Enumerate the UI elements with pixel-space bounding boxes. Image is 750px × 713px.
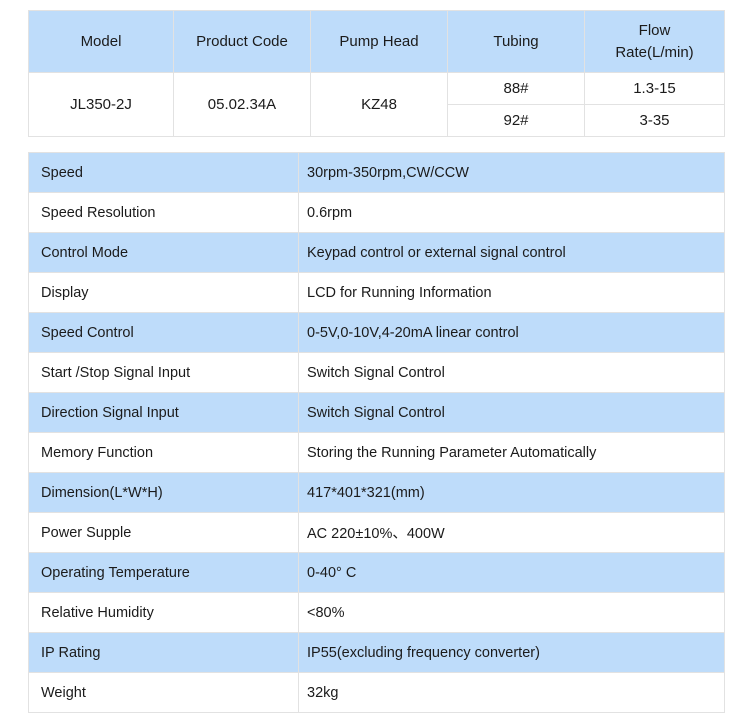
table-row: Weight 32kg bbox=[28, 672, 725, 713]
cell-flow-rate-value-1: 1.3-15 bbox=[584, 72, 725, 105]
spec-label: Start /Stop Signal Input bbox=[28, 352, 299, 393]
spec-table-body: Speed 30rpm-350rpm,CW/CCW Speed Resoluti… bbox=[28, 152, 725, 713]
spec-label: Direction Signal Input bbox=[28, 392, 299, 433]
spec-label: Control Mode bbox=[28, 232, 299, 273]
column-header-product-code: Product Code bbox=[173, 10, 311, 73]
spec-value: IP55(excluding frequency converter) bbox=[298, 632, 725, 673]
spec-sheet-page: Model Product Code Pump Head Tubing Flow… bbox=[0, 0, 750, 713]
technical-parameters-table: Speed 30rpm-350rpm,CW/CCW Speed Resoluti… bbox=[28, 152, 725, 713]
table-row: Power Supple AC 220±10%、400W bbox=[28, 512, 725, 553]
spec-value: 30rpm-350rpm,CW/CCW bbox=[298, 152, 725, 193]
spec-label: IP Rating bbox=[28, 632, 299, 673]
column-header-pump-head: Pump Head bbox=[310, 10, 448, 73]
column-header-flow-rate: Flow Rate(L/min) bbox=[584, 10, 725, 73]
spec-label: Dimension(L*W*H) bbox=[28, 472, 299, 513]
spec-value: Switch Signal Control bbox=[298, 352, 725, 393]
table-row: Display LCD for Running Information bbox=[28, 272, 725, 313]
spec-value: Storing the Running Parameter Automatica… bbox=[298, 432, 725, 473]
table-row: Speed Resolution 0.6rpm bbox=[28, 192, 725, 233]
cell-tubing-value-1: 88# bbox=[447, 72, 585, 105]
cell-model-value: JL350-2J bbox=[28, 72, 174, 137]
spec-label: Speed Resolution bbox=[28, 192, 299, 233]
spec-value: <80% bbox=[298, 592, 725, 633]
table-row: Start /Stop Signal Input Switch Signal C… bbox=[28, 352, 725, 393]
table-row: Operating Temperature 0-40° C bbox=[28, 552, 725, 593]
spec-label: Operating Temperature bbox=[28, 552, 299, 593]
spec-label: Speed Control bbox=[28, 312, 299, 353]
spec-value: Keypad control or external signal contro… bbox=[298, 232, 725, 273]
spec-value: 32kg bbox=[298, 672, 725, 713]
table-row: Control Mode Keypad control or external … bbox=[28, 232, 725, 273]
spec-value: Switch Signal Control bbox=[298, 392, 725, 433]
spec-label: Memory Function bbox=[28, 432, 299, 473]
table-row: Relative Humidity <80% bbox=[28, 592, 725, 633]
spec-value: 0-40° C bbox=[298, 552, 725, 593]
spec-value: 0.6rpm bbox=[298, 192, 725, 233]
column-header-tubing: Tubing bbox=[447, 10, 585, 73]
spec-label: Weight bbox=[28, 672, 299, 713]
spec-label: Power Supple bbox=[28, 512, 299, 553]
table-row: Memory Function Storing the Running Para… bbox=[28, 432, 725, 473]
flow-rate-header-line-2: Rate(L/min) bbox=[615, 43, 694, 61]
cell-product-code-value: 05.02.34A bbox=[173, 72, 311, 137]
table-row: JL350-2J 05.02.34A KZ48 88# 1.3-15 bbox=[28, 72, 725, 137]
table-row: Speed Control 0-5V,0-10V,4-20mA linear c… bbox=[28, 312, 725, 353]
cell-tubing-value-2: 92# bbox=[447, 104, 585, 137]
column-header-model: Model bbox=[28, 10, 174, 73]
spec-value: AC 220±10%、400W bbox=[298, 512, 725, 553]
spec-value: LCD for Running Information bbox=[298, 272, 725, 313]
cell-pump-head-value: KZ48 bbox=[310, 72, 448, 137]
table-row: IP Rating IP55(excluding frequency conve… bbox=[28, 632, 725, 673]
spec-value: 417*401*321(mm) bbox=[298, 472, 725, 513]
model-specification-table: Model Product Code Pump Head Tubing Flow… bbox=[28, 10, 725, 137]
flow-rate-header-line-1: Flow bbox=[638, 21, 671, 39]
cell-flow-rate-value-2: 3-35 bbox=[584, 104, 725, 137]
table-row: Dimension(L*W*H) 417*401*321(mm) bbox=[28, 472, 725, 513]
spec-label: Speed bbox=[28, 152, 299, 193]
table-row: Speed 30rpm-350rpm,CW/CCW bbox=[28, 152, 725, 193]
spec-value: 0-5V,0-10V,4-20mA linear control bbox=[298, 312, 725, 353]
spec-label: Display bbox=[28, 272, 299, 313]
spec-label: Relative Humidity bbox=[28, 592, 299, 633]
table-row: Direction Signal Input Switch Signal Con… bbox=[28, 392, 725, 433]
